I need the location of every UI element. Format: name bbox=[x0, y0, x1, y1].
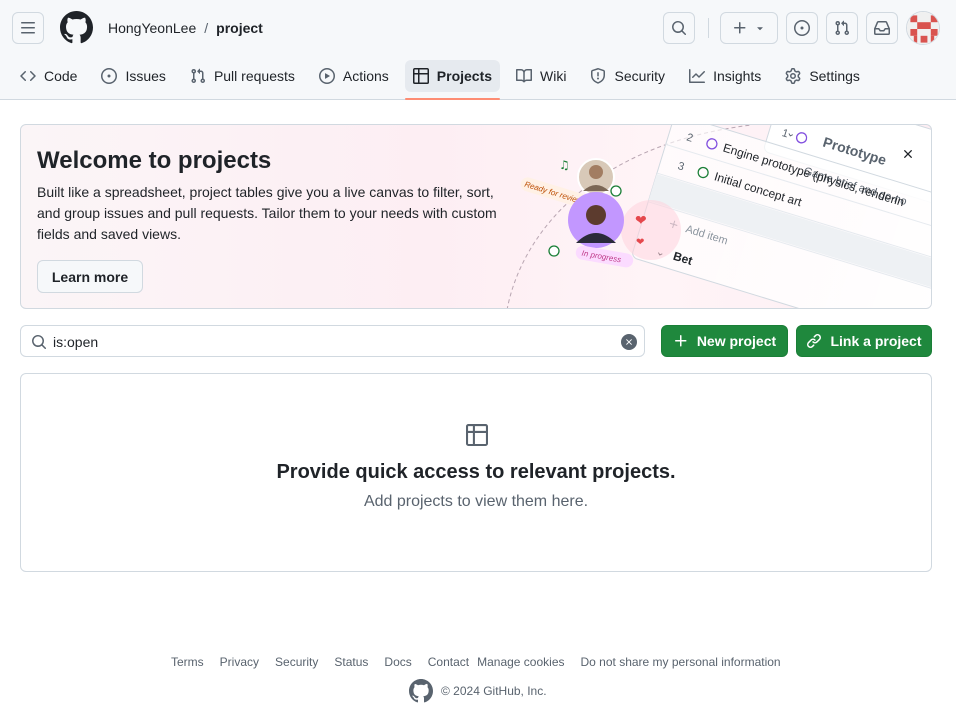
graph-icon bbox=[689, 69, 706, 83]
link-project-button[interactable]: Link a project bbox=[796, 325, 932, 357]
owner-link[interactable]: HongYeonLee bbox=[108, 20, 196, 36]
gear-icon bbox=[785, 68, 801, 84]
link-project-label: Link a project bbox=[830, 333, 922, 349]
new-project-label: New project bbox=[696, 333, 777, 349]
footer-link-security[interactable]: Security bbox=[275, 655, 318, 669]
repo-link[interactable]: project bbox=[216, 20, 263, 36]
footer-link-docs[interactable]: Docs bbox=[384, 655, 411, 669]
book-icon bbox=[516, 68, 533, 83]
learn-more-button[interactable]: Learn more bbox=[37, 260, 143, 293]
table-icon bbox=[412, 68, 429, 84]
heart-icon-1: ❤ bbox=[635, 213, 647, 229]
tab-security[interactable]: Security bbox=[582, 60, 673, 92]
user-avatar[interactable] bbox=[906, 11, 940, 45]
notifications-button[interactable] bbox=[866, 12, 898, 44]
github-logo-icon[interactable] bbox=[409, 679, 433, 703]
heart-icon-2: ❤ bbox=[636, 237, 644, 248]
banner-description: Built like a spreadsheet, project tables… bbox=[37, 184, 497, 242]
project-filter-input[interactable]: is:open bbox=[20, 325, 645, 357]
tab-actions[interactable]: Actions bbox=[311, 60, 397, 92]
music-note-icon: ♫ bbox=[559, 158, 570, 172]
footer-link-do-not-share[interactable]: Do not share my personal information bbox=[581, 655, 781, 669]
search-button[interactable] bbox=[663, 12, 695, 44]
tab-projects[interactable]: Projects bbox=[404, 60, 501, 100]
empty-state-panel: Provide quick access to relevant project… bbox=[20, 373, 932, 572]
empty-state-subtitle: Add projects to view them here. bbox=[363, 493, 589, 510]
banner-title: Welcome to projects bbox=[37, 147, 272, 174]
issue-opened-icon bbox=[794, 20, 810, 36]
code-icon bbox=[20, 70, 36, 82]
search-icon bbox=[32, 335, 47, 350]
table-icon bbox=[466, 424, 488, 446]
app-header: HongYeonLee / project Code Issues Pull r… bbox=[0, 0, 956, 100]
repo-nav-tabs: Code Issues Pull requests Actions Projec… bbox=[12, 60, 876, 100]
play-icon bbox=[318, 68, 335, 84]
new-project-button[interactable]: New project bbox=[661, 325, 788, 357]
tab-projects-label: Projects bbox=[436, 68, 493, 84]
triangle-down-icon bbox=[757, 27, 763, 31]
tab-issues-label: Issues bbox=[125, 68, 166, 84]
tab-wiki[interactable]: Wiki bbox=[508, 60, 574, 92]
create-new-button[interactable] bbox=[720, 12, 778, 44]
tab-actions-label: Actions bbox=[342, 68, 389, 84]
welcome-banner: Welcome to projects Built like a spreads… bbox=[20, 124, 932, 309]
github-logo-icon[interactable] bbox=[60, 11, 93, 44]
filter-value[interactable]: is:open bbox=[53, 334, 98, 350]
your-issues-button[interactable] bbox=[786, 12, 818, 44]
hamburger-icon bbox=[21, 22, 35, 34]
git-pull-request-icon bbox=[191, 68, 205, 84]
clear-filter-button[interactable] bbox=[621, 334, 637, 350]
breadcrumb-separator: / bbox=[204, 20, 209, 36]
heart-glow bbox=[621, 200, 681, 260]
tab-settings-label: Settings bbox=[809, 68, 860, 84]
status-dot-2 bbox=[548, 245, 560, 257]
git-pull-request-icon bbox=[835, 20, 850, 36]
search-icon bbox=[672, 21, 687, 36]
footer-link-contact[interactable]: Contact bbox=[428, 655, 469, 669]
tab-insights[interactable]: Insights bbox=[681, 60, 769, 92]
plus-icon bbox=[734, 22, 746, 34]
shield-icon bbox=[591, 68, 606, 84]
tab-pull-requests-label: Pull requests bbox=[213, 68, 295, 84]
link-icon bbox=[807, 333, 822, 349]
tab-issues[interactable]: Issues bbox=[93, 60, 173, 92]
tab-insights-label: Insights bbox=[713, 68, 762, 84]
footer-link-terms[interactable]: Terms bbox=[171, 655, 204, 669]
copyright-text: © 2024 GitHub, Inc. bbox=[441, 684, 547, 698]
x-icon bbox=[904, 150, 912, 158]
footer-link-privacy[interactable]: Privacy bbox=[220, 655, 259, 669]
tab-code-label: Code bbox=[44, 68, 78, 84]
status-dot-1 bbox=[610, 185, 622, 197]
issue-opened-icon bbox=[101, 68, 118, 84]
tab-pull-requests[interactable]: Pull requests bbox=[182, 60, 303, 92]
your-pull-requests-button[interactable] bbox=[826, 12, 858, 44]
x-icon bbox=[626, 339, 632, 345]
identicon-icon bbox=[907, 12, 939, 44]
tab-settings[interactable]: Settings bbox=[777, 60, 868, 92]
footer-link-manage-cookies[interactable]: Manage cookies bbox=[477, 655, 564, 669]
tab-security-label: Security bbox=[614, 68, 666, 84]
empty-state-title: Provide quick access to relevant project… bbox=[276, 461, 676, 483]
footer-copyright: © 2024 GitHub, Inc. bbox=[409, 679, 547, 703]
menu-button[interactable] bbox=[12, 12, 44, 44]
footer-link-status[interactable]: Status bbox=[334, 655, 368, 669]
inbox-icon bbox=[874, 21, 890, 35]
tab-wiki-label: Wiki bbox=[540, 68, 567, 84]
footer-links: Terms Privacy Security Status Docs Conta… bbox=[171, 655, 797, 669]
header-divider bbox=[708, 18, 709, 38]
breadcrumb: HongYeonLee / project bbox=[108, 20, 263, 36]
projects-illustration: Prototype ⌄ 1 Game brief and go-no 2 Eng… bbox=[506, 125, 931, 308]
tab-code[interactable]: Code bbox=[12, 60, 85, 92]
close-banner-button[interactable] bbox=[899, 145, 917, 163]
plus-icon bbox=[674, 335, 687, 347]
